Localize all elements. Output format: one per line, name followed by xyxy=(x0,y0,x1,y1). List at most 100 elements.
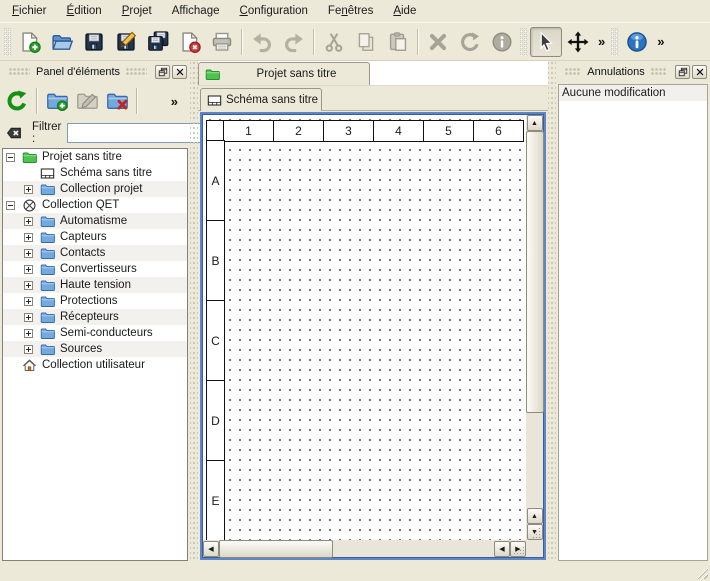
tree-expander[interactable] xyxy=(24,185,33,194)
horizontal-scrollbar[interactable]: ◀ ◀ ▶ xyxy=(203,540,526,557)
tree-expander[interactable] xyxy=(6,153,15,162)
print-button[interactable] xyxy=(206,27,238,57)
schema-row-header: A xyxy=(206,140,225,221)
vertical-scrollbar[interactable]: ▲ ▲ ▼ xyxy=(526,115,543,540)
reload-collections-button[interactable] xyxy=(2,86,32,116)
new-file-button[interactable] xyxy=(14,27,46,57)
tree-row[interactable]: Sources xyxy=(3,341,187,357)
tree-row[interactable]: Capteurs xyxy=(3,229,187,245)
toolbar-overflow-chevron[interactable]: » xyxy=(594,34,609,49)
menu-item[interactable]: Projet xyxy=(112,2,162,20)
tree-row[interactable]: Contacts xyxy=(3,245,187,261)
tree-row[interactable]: Convertisseurs xyxy=(3,261,187,277)
tree-expander[interactable] xyxy=(24,217,33,226)
save-as-button[interactable] xyxy=(110,27,142,57)
scroll-up-button[interactable]: ▲ xyxy=(527,115,543,131)
panel-overflow-chevron[interactable]: » xyxy=(167,94,182,109)
horizontal-scroll-thumb[interactable] xyxy=(219,540,333,558)
save-all-button[interactable] xyxy=(142,27,174,57)
toolbar: » » xyxy=(0,23,710,61)
move-cross-icon xyxy=(567,31,589,53)
toolbar-drag-handle[interactable] xyxy=(4,28,12,56)
tree-row[interactable]: Collection utilisateur xyxy=(3,357,187,373)
scroll-up-button-2[interactable]: ▲ xyxy=(527,508,543,524)
close-dock-button[interactable] xyxy=(692,65,707,79)
menu-item[interactable]: Fenêtres xyxy=(318,2,383,20)
float-dock-button[interactable] xyxy=(675,65,690,79)
tree-item-icon xyxy=(40,182,55,197)
tree-expander[interactable] xyxy=(24,265,33,274)
open-file-button[interactable] xyxy=(46,27,78,57)
menu-item[interactable]: Fichier xyxy=(2,2,57,20)
toolbar-separator xyxy=(36,88,38,114)
tree-item-label: Protections xyxy=(60,295,118,307)
schema-tab[interactable]: Schéma sans titre xyxy=(200,88,322,111)
tree-expander[interactable] xyxy=(24,329,33,338)
tree-item-label: Capteurs xyxy=(60,231,107,243)
scroll-left-button-2[interactable]: ◀ xyxy=(494,541,510,557)
toolbar-drag-handle[interactable] xyxy=(611,28,619,56)
tree-item-label: Récepteurs xyxy=(60,311,119,323)
tree-item-label: Collection projet xyxy=(60,183,142,195)
elements-panel-title: Panel d'éléments xyxy=(36,66,120,78)
tree-item-icon xyxy=(40,310,55,325)
redo-icon xyxy=(283,31,305,53)
tree-row[interactable]: Collection projet xyxy=(3,181,187,197)
menu-item[interactable]: Édition xyxy=(57,2,112,20)
rotate-button xyxy=(454,27,486,57)
resize-grip[interactable] xyxy=(695,566,708,579)
tree-expander[interactable] xyxy=(24,345,33,354)
float-dock-button[interactable] xyxy=(155,65,170,79)
left-dock-splitter[interactable] xyxy=(190,61,198,563)
delete-category-button[interactable] xyxy=(102,86,132,116)
project-tab[interactable]: Projet sans titre xyxy=(198,62,370,85)
select-tool-button[interactable] xyxy=(530,27,562,57)
tree-item-label: Haute tension xyxy=(60,279,131,291)
close-file-button[interactable] xyxy=(174,27,206,57)
toolbar-overflow-chevron[interactable]: » xyxy=(653,34,668,49)
vertical-scroll-thumb[interactable] xyxy=(526,131,544,413)
edit-category-button xyxy=(72,86,102,116)
tree-row[interactable]: Automatisme xyxy=(3,213,187,229)
menu-item[interactable]: Aide xyxy=(383,2,426,20)
schema-viewport: 1 2 3 4 5 6 A xyxy=(200,112,546,560)
menu-item[interactable]: Affichage xyxy=(162,2,230,20)
tree-row[interactable]: Semi-conducteurs xyxy=(3,325,187,341)
undo-history-list: Aucune modification xyxy=(558,84,708,561)
scrollbar-corner xyxy=(526,540,543,557)
schema-canvas[interactable]: 1 2 3 4 5 6 A xyxy=(203,115,543,557)
save-button[interactable] xyxy=(78,27,110,57)
paste-icon xyxy=(387,31,409,53)
tree-row[interactable]: Schéma sans titre xyxy=(3,165,187,181)
tree-row[interactable]: Protections xyxy=(3,293,187,309)
tree-expander[interactable] xyxy=(24,233,33,242)
tree-expander[interactable] xyxy=(6,201,15,210)
open-file-icon xyxy=(51,31,73,53)
new-category-button[interactable] xyxy=(42,86,72,116)
undo-history-item[interactable]: Aucune modification xyxy=(559,85,707,101)
tree-expander[interactable] xyxy=(24,313,33,322)
clear-filter-button[interactable] xyxy=(4,124,24,142)
toolbar-separator xyxy=(417,29,419,55)
elements-panel-dock: Panel d'éléments » Filtrer : Proj xyxy=(0,61,190,563)
elements-tree: Projet sans titre Schéma sans titre Coll… xyxy=(2,148,188,561)
tree-expander[interactable] xyxy=(24,297,33,306)
expander-slot xyxy=(6,201,21,210)
tree-row[interactable]: Collection QET xyxy=(3,197,187,213)
menu-item[interactable]: Configuration xyxy=(230,2,318,20)
toolbar-drag-handle[interactable] xyxy=(520,28,528,56)
rotate-icon xyxy=(459,31,481,53)
scroll-left-button[interactable]: ◀ xyxy=(203,541,219,557)
move-tool-button[interactable] xyxy=(562,27,594,57)
right-dock-splitter[interactable] xyxy=(548,61,556,563)
float-icon xyxy=(678,67,688,77)
close-dock-button[interactable] xyxy=(172,65,187,79)
tree-expander[interactable] xyxy=(24,281,33,290)
schema-tab-label: Schéma sans titre xyxy=(226,94,318,106)
tree-item-icon xyxy=(40,278,55,293)
project-info-button[interactable] xyxy=(621,27,653,57)
tree-expander[interactable] xyxy=(24,249,33,258)
tree-row[interactable]: Projet sans titre xyxy=(3,149,187,165)
tree-row[interactable]: Haute tension xyxy=(3,277,187,293)
tree-row[interactable]: Récepteurs xyxy=(3,309,187,325)
